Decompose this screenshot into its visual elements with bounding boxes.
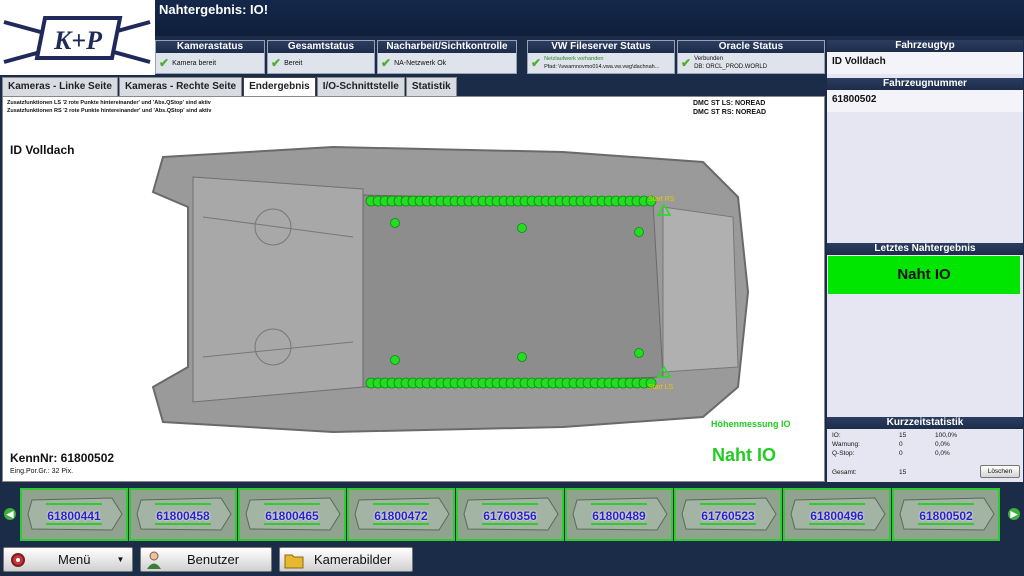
status-kamera: Kamerastatus ✔ Kamera bereit: [155, 40, 265, 74]
thumbnail-item[interactable]: 61800465: [238, 488, 346, 541]
gesamt-label: Gesamt:: [832, 469, 857, 476]
stat-count: 15: [899, 432, 907, 439]
status-fileserver: VW Fileserver Status ✔ Netzlaufwerk vorh…: [527, 40, 675, 74]
stat-label: Q-Stop:: [832, 450, 855, 457]
thumbnail-number: 61800465: [265, 509, 319, 523]
user-label: Benutzer: [187, 552, 240, 567]
chevron-down-icon: ▼: [116, 555, 125, 564]
stat-pct: 0,0%: [935, 450, 950, 457]
thumbnail-number: 61760523: [701, 509, 755, 523]
tab-kameras-links[interactable]: Kameras - Linke Seite: [2, 77, 118, 96]
height-measure-point: [390, 355, 400, 365]
user-button[interactable]: Benutzer: [140, 547, 272, 572]
camera-images-button[interactable]: Kamerabilder: [279, 547, 413, 572]
tab-kameras-rechts[interactable]: Kameras - Rechte Seite: [118, 77, 243, 96]
result-view: Zusatzfunktionen LS '2 rote Punkte hinte…: [2, 96, 825, 482]
fahrzeugtyp-value: ID Volldach: [827, 52, 1023, 74]
kurzzeit-stats: IO: 15 100,0% Warnung: 0 0,0% Q-Stop: 0 …: [827, 429, 1023, 482]
height-measure-point: [634, 227, 644, 237]
status-title: Nacharbeit/Sichtkontrolle: [378, 41, 516, 53]
start-ls-label: Start LS: [648, 384, 674, 391]
thumbnail-item[interactable]: 61800472: [347, 488, 455, 541]
pixel-size: Eing.Por.Gr.: 32 Pix.: [10, 468, 74, 475]
menu-button[interactable]: Menü ▼: [3, 547, 133, 572]
thumbnail-number: 61800496: [810, 509, 864, 523]
thumbnail-item[interactable]: 61800502: [892, 488, 1000, 541]
thumbnail-number: 61800472: [374, 509, 428, 523]
status-title: Kamerastatus: [156, 41, 264, 53]
tab-bar: Kameras - Linke Seite Kameras - Rechte S…: [2, 77, 458, 96]
stat-pct: 0,0%: [935, 441, 950, 448]
check-icon: ✔: [531, 56, 542, 70]
loeschen-button[interactable]: Löschen: [980, 465, 1020, 478]
right-panel: Fahrzeugtyp ID Volldach Fahrzeugnummer 6…: [827, 40, 1023, 482]
page-title: Nahtergebnis: IO!: [155, 0, 1024, 36]
thumbnail-item[interactable]: 61800441: [20, 488, 128, 541]
thumbnail-number: 61800502: [919, 509, 973, 523]
kenn-number: KennNr: 61800502: [10, 451, 115, 465]
fahrzeugtyp-title: Fahrzeugtyp: [827, 40, 1023, 52]
stat-count: 0: [899, 450, 903, 457]
status-text: Verbunden: [694, 56, 724, 62]
tab-endergebnis[interactable]: Endergebnis: [243, 77, 316, 96]
logo-text: K+P: [53, 26, 103, 55]
check-icon: ✔: [271, 56, 282, 70]
stat-label: IO:: [832, 432, 841, 439]
status-title: VW Fileserver Status: [528, 41, 674, 53]
status-oracle: Oracle Status ✔ Verbunden DB: ORCL_PROD.…: [677, 40, 825, 74]
status-text: Kamera bereit: [172, 59, 217, 67]
thumbnail-number: 61760356: [483, 509, 537, 523]
gear-icon: [8, 550, 30, 570]
thumbnail-item[interactable]: 61800496: [783, 488, 891, 541]
letztes-title: Letztes Nahtergebnis: [827, 243, 1023, 255]
height-measure-point: [634, 348, 644, 358]
thumbnail-number: 61800458: [156, 509, 210, 523]
height-measure-point: [517, 352, 527, 362]
height-measure-msg: Höhenmessung IO: [711, 419, 791, 429]
thumbnail-item[interactable]: 61760356: [456, 488, 564, 541]
status-text: Bereit: [284, 59, 303, 67]
user-icon: [145, 550, 167, 570]
thumbnail-number: 61800489: [592, 509, 646, 523]
letztes-result: Naht IO: [828, 256, 1020, 294]
camera-images-label: Kamerabilder: [314, 552, 392, 567]
thumbnail-number: 61800441: [47, 509, 101, 523]
thumbnail-item[interactable]: 61800489: [565, 488, 673, 541]
scroll-left-icon[interactable]: ◀: [4, 508, 16, 520]
fahrzeugnummer-title: Fahrzeugnummer: [827, 78, 1023, 90]
status-text: NA-Netzwerk Ok: [394, 59, 447, 67]
fahrzeugnummer-value: 61800502: [827, 90, 1023, 112]
status-path: Pfad: \\vwamnovmo014.vwa.vw.vwg\dachnah.…: [544, 64, 660, 70]
status-text: Netzlaufwerk vorhanden: [544, 56, 604, 62]
check-icon: ✔: [381, 56, 392, 70]
status-title: Oracle Status: [678, 41, 824, 53]
thumbnail-strip: ◀ 61800441 61800458 61800465 61800472 617603…: [0, 485, 1024, 543]
stat-count: 0: [899, 441, 903, 448]
status-gesamt: Gesamtstatus ✔ Bereit: [267, 40, 375, 74]
folder-icon: [284, 550, 306, 570]
check-icon: ✔: [159, 56, 170, 70]
start-rs-label: Start RS: [648, 196, 675, 203]
stat-label: Warnung:: [832, 441, 860, 448]
kurzzeit-title: Kurzzeitstatistik: [827, 417, 1023, 429]
status-nacharbeit: Nacharbeit/Sichtkontrolle ✔ NA-Netzwerk O…: [377, 40, 517, 74]
menu-label: Menü: [58, 552, 91, 567]
stat-pct: 100,0%: [935, 432, 958, 439]
status-db: DB: ORCL_PROD.WORLD: [694, 64, 768, 70]
status-title: Gesamtstatus: [268, 41, 374, 53]
car-underbody-image: Start RS Start LS: [151, 145, 750, 434]
tab-statistik[interactable]: Statistik: [405, 77, 457, 96]
thumbnail-item[interactable]: 61760523: [674, 488, 782, 541]
scroll-right-icon[interactable]: ▶: [1008, 508, 1020, 520]
bottom-toolbar: Menü ▼ Benutzer Kamerabilder: [0, 543, 1024, 576]
check-icon: ✔: [681, 56, 692, 70]
thumbnail-item[interactable]: 61800458: [129, 488, 237, 541]
height-measure-point: [390, 218, 400, 228]
gesamt-value: 15: [899, 469, 907, 476]
kp-logo: K+P: [0, 0, 155, 75]
tab-io-schnittstelle[interactable]: I/O-Schnittstelle: [316, 77, 405, 96]
seam-result: Naht IO: [712, 445, 777, 465]
height-measure-point: [517, 223, 527, 233]
